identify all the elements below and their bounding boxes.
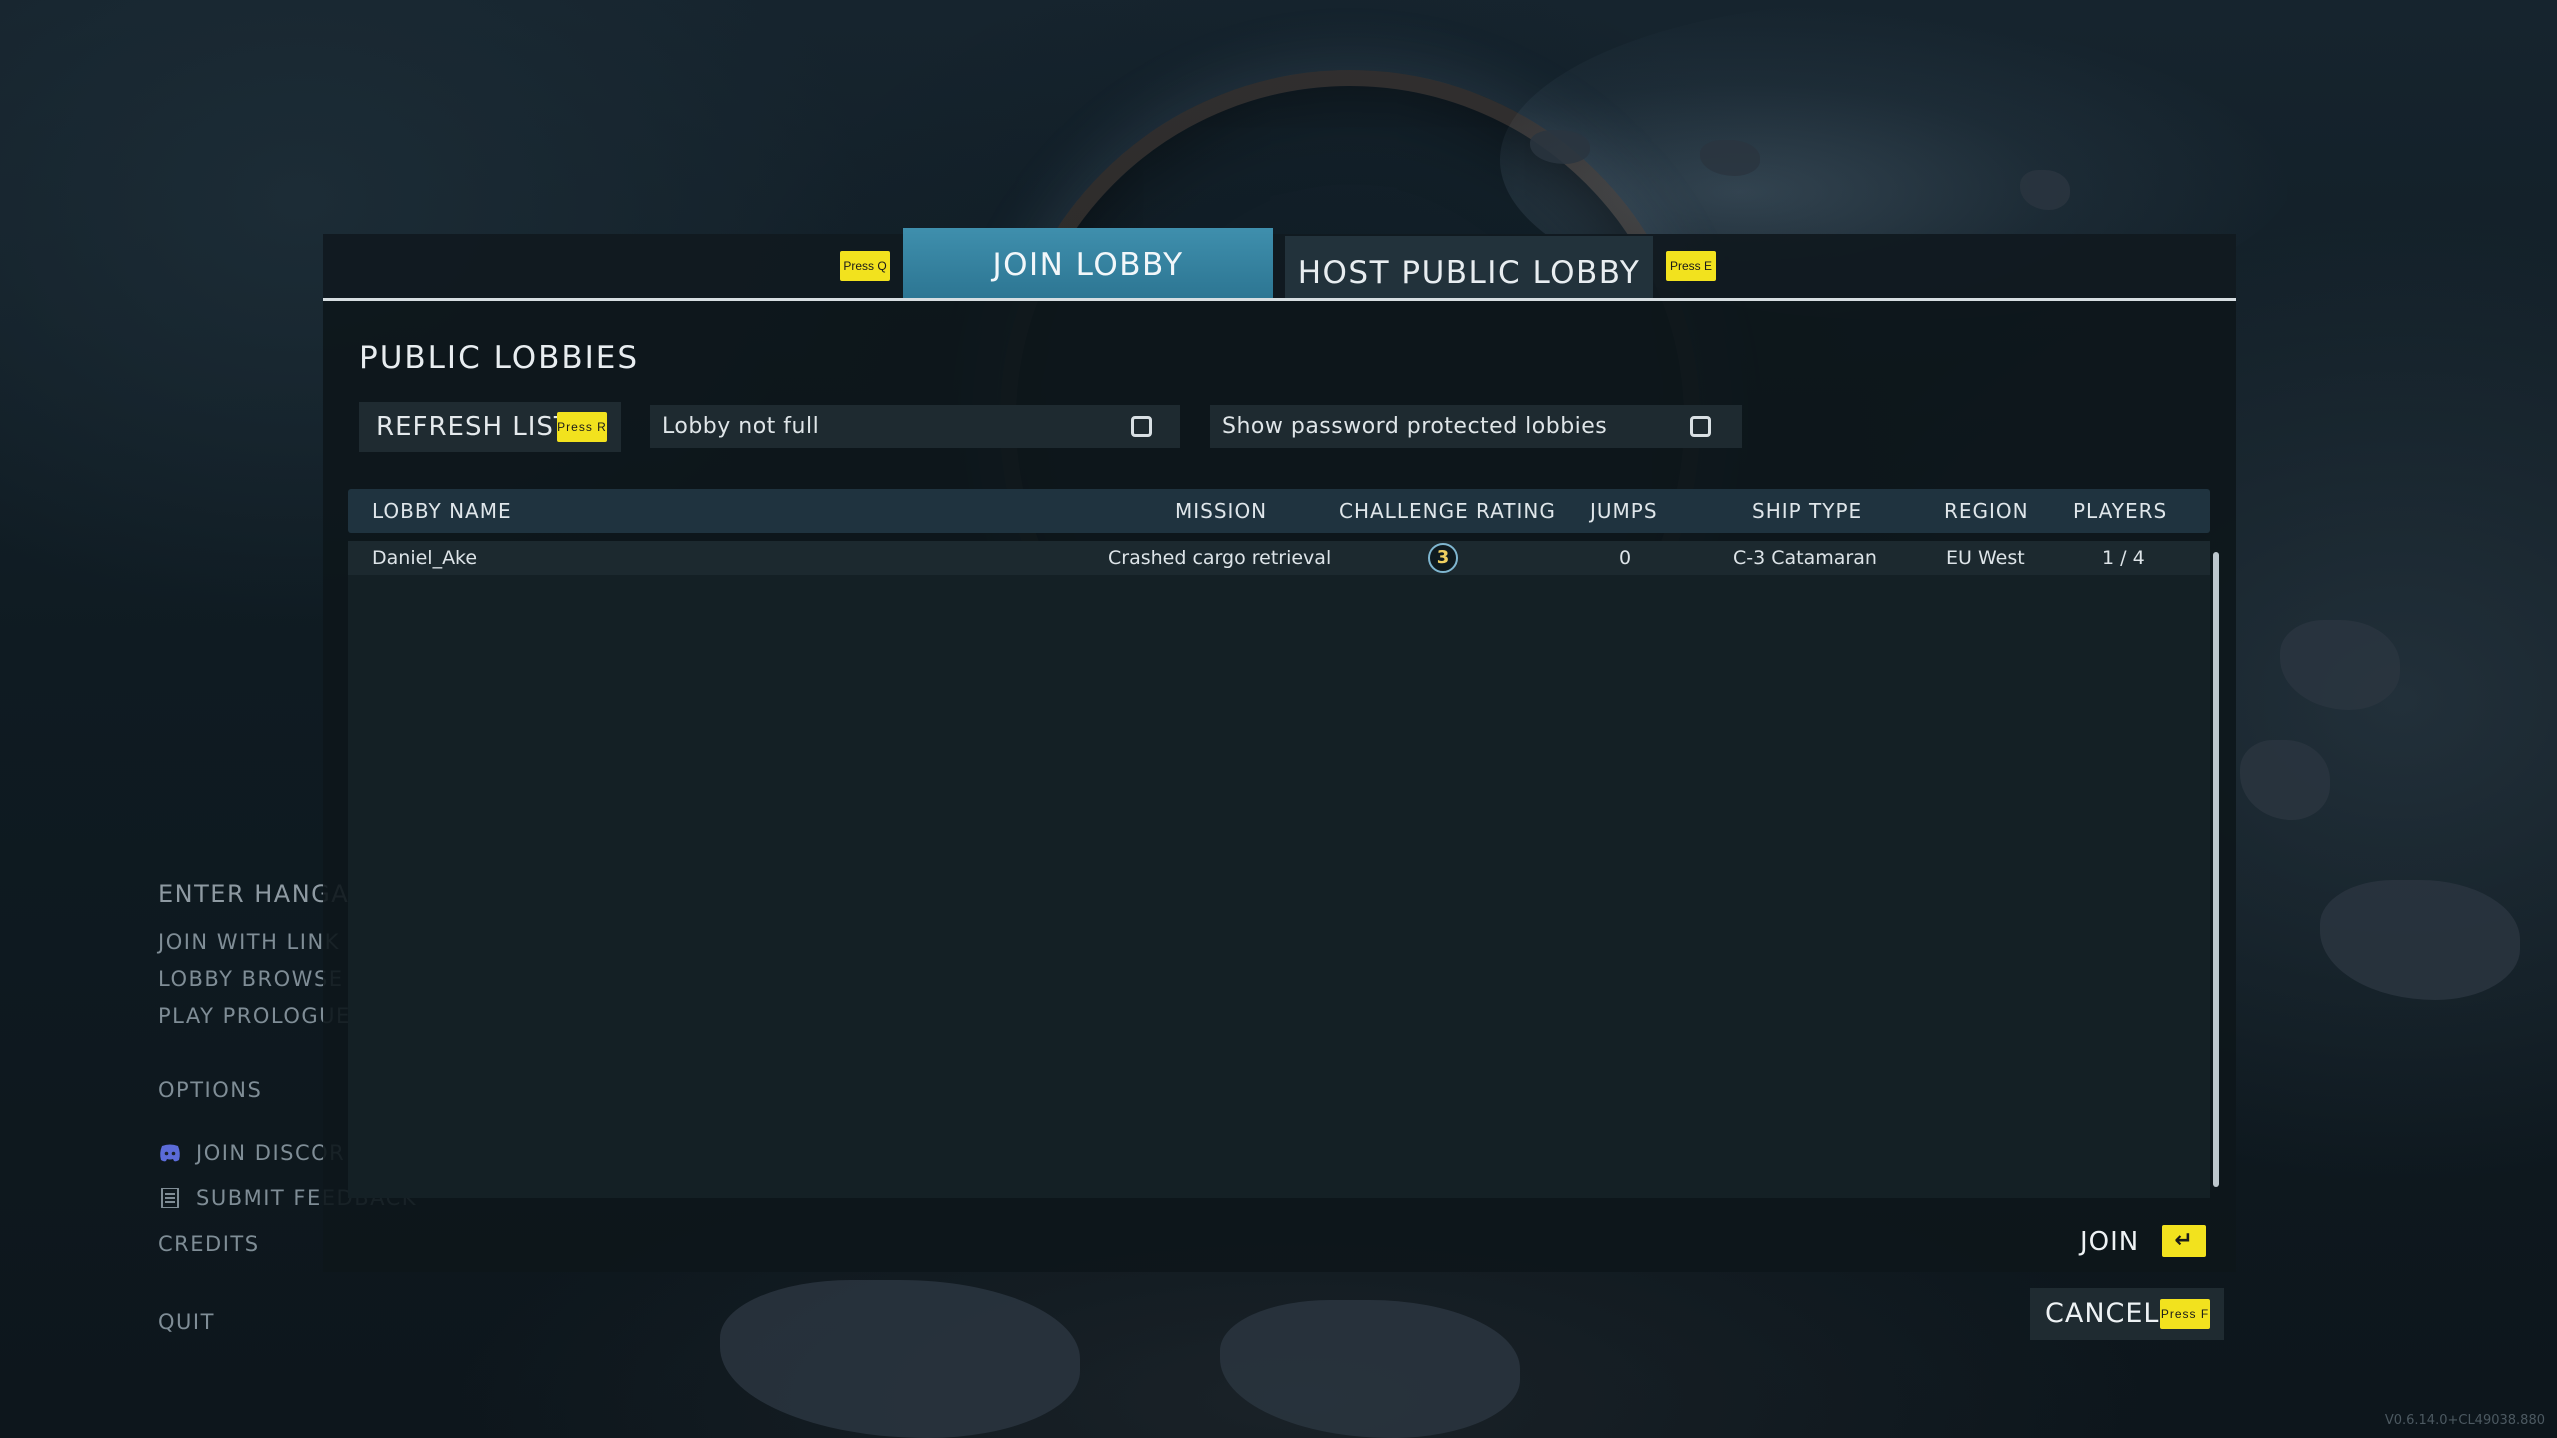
menu-options[interactable]: OPTIONS: [158, 1078, 262, 1102]
cell-lobby-name: Daniel_Ake: [372, 547, 478, 569]
column-region[interactable]: REGION: [1944, 489, 2029, 533]
refresh-key-hint: Press R: [557, 412, 607, 442]
filter-lobby-not-full[interactable]: Lobby not full: [650, 405, 1180, 448]
cancel-key-hint: Press F: [2160, 1299, 2210, 1329]
column-jumps[interactable]: JUMPS: [1590, 489, 1658, 533]
cell-jumps: 0: [1619, 547, 1632, 569]
table-scrollbar[interactable]: [2213, 552, 2219, 1187]
cancel-button[interactable]: CANCEL Press F: [2030, 1288, 2224, 1340]
refresh-list-button[interactable]: REFRESH LIST Press R: [359, 402, 621, 452]
menu-join-with-link[interactable]: JOIN WITH LINK: [158, 930, 340, 954]
column-players[interactable]: PLAYERS: [2073, 489, 2167, 533]
document-icon: [158, 1187, 182, 1209]
section-title: PUBLIC LOBBIES: [359, 340, 640, 376]
tab-host-public-lobby[interactable]: HOST PUBLIC LOBBY: [1285, 236, 1653, 300]
cell-players: 1 / 4: [2102, 547, 2145, 569]
tab-join-lobby[interactable]: JOIN LOBBY: [903, 228, 1273, 300]
background-asteroid: [720, 1280, 1080, 1438]
discord-icon: [158, 1143, 182, 1163]
cell-ship-type: C-3 Catamaran: [1733, 547, 1877, 569]
background-asteroid: [1220, 1300, 1520, 1438]
menu-join-discord[interactable]: JOIN DISCOR: [158, 1141, 345, 1165]
join-label: JOIN: [2080, 1227, 2140, 1257]
tab-bar: [323, 234, 2236, 300]
menu-lobby-browser[interactable]: LOBBY BROWSE: [158, 967, 344, 991]
next-tab-key-hint: Press E: [1666, 251, 1716, 281]
table-row[interactable]: Daniel_Ake Crashed cargo retrieval 3 0 C…: [348, 541, 2210, 575]
lobby-table-body: Daniel_Ake Crashed cargo retrieval 3 0 C…: [348, 541, 2210, 1198]
background-asteroid: [2240, 740, 2330, 820]
prev-tab-key-hint: Press Q: [840, 251, 890, 281]
filter-password-protected[interactable]: Show password protected lobbies: [1210, 405, 1742, 448]
menu-quit[interactable]: QUIT: [158, 1310, 215, 1334]
column-ship-type[interactable]: SHIP TYPE: [1752, 489, 1862, 533]
menu-enter-hangar[interactable]: ENTER HANGA: [158, 880, 349, 908]
background-asteroid: [2280, 620, 2400, 710]
tab-divider: [323, 298, 2236, 301]
refresh-list-label: REFRESH LIST: [376, 412, 571, 442]
background-asteroid: [2320, 880, 2520, 1000]
cell-mission: Crashed cargo retrieval: [1108, 547, 1332, 569]
cancel-label: CANCEL: [2045, 1298, 2160, 1329]
join-button[interactable]: JOIN ↵: [2080, 1220, 2208, 1264]
column-lobby-name[interactable]: LOBBY NAME: [372, 489, 512, 533]
menu-play-prologue[interactable]: PLAY PROLOGUE: [158, 1004, 351, 1028]
column-challenge-rating[interactable]: CHALLENGE RATING: [1339, 489, 1556, 533]
password-protected-checkbox[interactable]: [1690, 416, 1711, 437]
filter-lobby-not-full-label: Lobby not full: [662, 414, 820, 439]
cell-region: EU West: [1946, 547, 2025, 569]
menu-credits[interactable]: CREDITS: [158, 1232, 260, 1256]
lobby-table-header: LOBBY NAME MISSION CHALLENGE RATING JUMP…: [348, 489, 2210, 533]
column-mission[interactable]: MISSION: [1175, 489, 1267, 533]
enter-key-icon: ↵: [2162, 1225, 2206, 1257]
version-label: V0.6.14.0+CL49038.880: [2384, 1413, 2545, 1428]
challenge-rating-badge: 3: [1428, 543, 1458, 573]
lobby-not-full-checkbox[interactable]: [1131, 416, 1152, 437]
filter-password-protected-label: Show password protected lobbies: [1222, 414, 1608, 439]
